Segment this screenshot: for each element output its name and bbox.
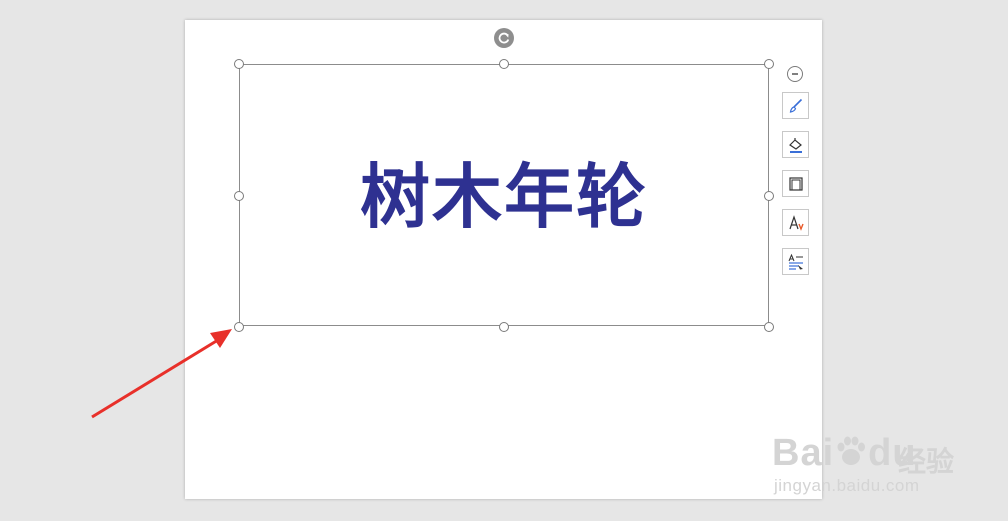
baidu-watermark: Bai du 经验 jingyan.baidu.com xyxy=(772,412,972,502)
textbox-text[interactable]: 树木年轮 xyxy=(240,65,768,325)
text-effect-icon xyxy=(788,214,804,231)
outline-square-icon xyxy=(788,176,803,191)
resize-handle-middle-right[interactable] xyxy=(764,191,774,201)
text-wrap-icon xyxy=(788,253,803,270)
watermark-cn: 经验 xyxy=(898,445,955,478)
resize-handle-bottom-left[interactable] xyxy=(234,322,244,332)
resize-handle-bottom-center[interactable] xyxy=(499,322,509,332)
resize-handle-middle-left[interactable] xyxy=(234,191,244,201)
resize-handle-top-left[interactable] xyxy=(234,59,244,69)
rotate-handle[interactable] xyxy=(494,28,514,48)
minus-circle-icon xyxy=(792,73,798,75)
shape-style-button[interactable] xyxy=(782,92,809,119)
text-layout-button[interactable] xyxy=(782,248,809,275)
shape-outline-button[interactable] xyxy=(782,170,809,197)
editor-canvas: 树木年轮 Bai du 经验 jingyan.baidu.com xyxy=(0,0,1008,521)
watermark-brand: Bai du xyxy=(772,432,917,474)
toolbar-collapse-button[interactable] xyxy=(787,66,803,82)
text-effects-button[interactable] xyxy=(782,209,809,236)
resize-handle-top-center[interactable] xyxy=(499,59,509,69)
watermark-url: jingyan.baidu.com xyxy=(774,476,920,495)
rotate-icon xyxy=(498,32,510,44)
resize-handle-bottom-right[interactable] xyxy=(764,322,774,332)
shape-fill-button[interactable] xyxy=(782,131,809,158)
resize-handle-top-right[interactable] xyxy=(764,59,774,69)
paint-bucket-icon xyxy=(788,137,802,153)
selected-textbox[interactable]: 树木年轮 xyxy=(239,64,769,326)
paintbrush-icon xyxy=(789,98,802,113)
paw-icon xyxy=(837,436,866,465)
